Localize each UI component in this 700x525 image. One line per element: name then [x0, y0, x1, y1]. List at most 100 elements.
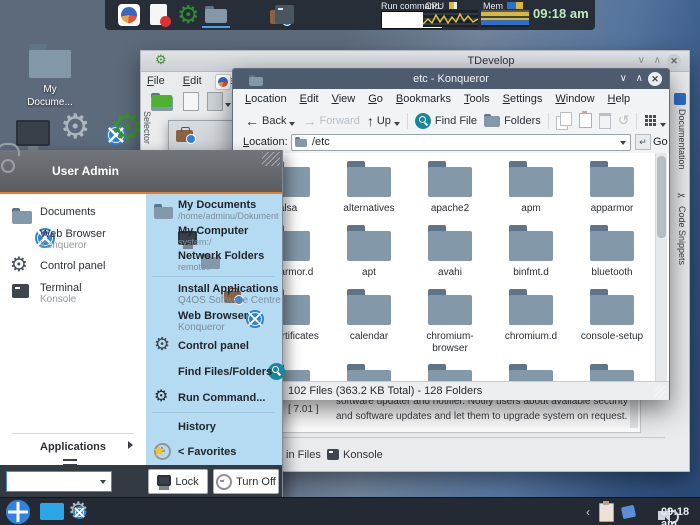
folder-item[interactable]: chromium.d [493, 289, 569, 343]
menu-bookmarks[interactable]: Bookmarks [396, 93, 451, 105]
resize-grip[interactable] [262, 152, 280, 166]
maximize-button[interactable]: ∧ [654, 54, 661, 68]
display-icon[interactable] [16, 120, 50, 146]
tray-collapse-arrow[interactable]: ‹ [586, 505, 590, 519]
menu-item-web-browser[interactable]: Web Browser [40, 228, 106, 240]
forward-button[interactable]: →Forward [302, 113, 359, 129]
copy-icon[interactable] [556, 116, 568, 130]
trash-icon[interactable] [599, 113, 611, 129]
files-icon[interactable] [205, 6, 227, 23]
turn-off-button[interactable]: Turn Off [213, 469, 279, 494]
menu-settings[interactable]: Settings [503, 93, 543, 105]
folder-item[interactable] [412, 364, 488, 381]
folder-item[interactable]: chromium-browser [412, 289, 488, 355]
software-centre-window[interactable] [168, 120, 234, 154]
folder-item[interactable]: console-setup [574, 289, 650, 343]
folders-button[interactable]: Folders [484, 114, 541, 127]
scrollbar-thumb[interactable] [657, 156, 666, 238]
new-file-icon[interactable] [183, 92, 199, 111]
chevron-down-icon[interactable] [394, 122, 400, 126]
search-combobox[interactable] [6, 471, 112, 492]
close-button[interactable]: ✕ [667, 54, 681, 68]
menu-help[interactable]: Help [608, 93, 631, 105]
menu-item-run-command[interactable]: Run Command... [178, 392, 265, 404]
tdevelop-tab-konsole[interactable]: Konsole [343, 449, 383, 461]
folder-item[interactable]: binfmt.d [493, 225, 569, 279]
clipboard-icon[interactable] [599, 503, 614, 522]
menu-item-favorites[interactable]: < Favorites [178, 446, 236, 458]
enter-icon[interactable]: ↵ [635, 134, 651, 150]
scrollbar[interactable] [655, 153, 667, 381]
minimize-button[interactable]: ∨ [638, 54, 645, 68]
menu-item-web-browser[interactable]: Web Browser [178, 310, 248, 322]
desktop-icon-my-documents[interactable]: My Docume... [14, 44, 86, 109]
folder-item[interactable]: alternatives [331, 161, 407, 215]
terminal-icon[interactable] [275, 5, 294, 24]
maximize-button[interactable]: ∧ [636, 72, 643, 86]
tdevelop-menu-edit[interactable]: Edit [183, 75, 202, 87]
folder-item[interactable]: bluetooth [574, 225, 650, 279]
tdevelop-tab-documentation[interactable]: Documentation [677, 109, 687, 170]
menu-item-network-folders[interactable]: Network Folders [178, 250, 264, 262]
panel-clock[interactable]: 09:18 am [533, 6, 589, 21]
paste-icon[interactable] [579, 113, 592, 128]
menu-item-applications[interactable]: Applications [40, 441, 106, 453]
tdevelop-tab-find-in-files[interactable]: in Files [286, 449, 321, 461]
folder-item[interactable]: apm [493, 161, 569, 215]
menu-go[interactable]: Go [368, 93, 383, 105]
resize-grip[interactable] [654, 385, 667, 398]
menu-item-install-applications[interactable]: Install Applications [178, 283, 278, 295]
lock-button[interactable]: Lock [148, 469, 208, 494]
taskbar-clock[interactable]: 09:18 am [661, 506, 700, 525]
menu-edit[interactable]: Edit [300, 93, 319, 105]
folder-item[interactable]: apparmor [574, 161, 650, 215]
chevron-down-icon[interactable] [660, 123, 666, 127]
menu-location[interactable]: Location [245, 93, 287, 105]
folder-item[interactable]: apt [331, 225, 407, 279]
folder-item[interactable] [493, 364, 569, 381]
close-button[interactable]: ✕ [648, 72, 662, 86]
menu-item-my-computer[interactable]: My Computer [178, 225, 248, 237]
konqueror-titlebar[interactable]: etc - Konqueror ∨ ∧ ✕ [233, 69, 669, 89]
folder-item[interactable]: avahi [412, 225, 488, 279]
up-button[interactable]: ↑Up [367, 113, 400, 129]
folder-item[interactable]: apache2 [412, 161, 488, 215]
menu-tools[interactable]: Tools [464, 93, 490, 105]
cpu-graph[interactable] [423, 10, 478, 27]
tdevelop-menu-file[interactable]: File [147, 75, 165, 87]
menu-view[interactable]: View [332, 93, 356, 105]
folder-item[interactable]: calendar [331, 289, 407, 343]
tdevelop-tab-code-snippets[interactable]: Code Snippets [677, 206, 687, 265]
show-desktop-button[interactable] [40, 503, 64, 520]
konqueror-gear-globe-icon[interactable]: ⚙ [60, 110, 90, 144]
menu-item-control-panel[interactable]: Control panel [40, 260, 105, 272]
go-button[interactable]: Go [653, 136, 668, 148]
klipper-icon[interactable] [621, 505, 636, 519]
menu-item-my-documents[interactable]: My Documents [178, 199, 256, 211]
menu-item-history[interactable]: History [178, 421, 216, 433]
mem-graph[interactable] [481, 10, 529, 27]
location-input[interactable]: /etc [291, 134, 631, 151]
new-document-icon[interactable] [207, 92, 223, 111]
menu-item-find-files[interactable]: Find Files/Folders [178, 366, 272, 378]
undo-icon[interactable]: ↺ [618, 112, 630, 129]
chevron-down-icon[interactable] [620, 141, 626, 145]
menu-item-control-panel[interactable]: Control panel [178, 340, 249, 352]
setup-icon[interactable]: ⚙ [177, 2, 199, 27]
find-file-button[interactable]: Find File [415, 113, 477, 129]
start-button[interactable] [6, 500, 30, 524]
document-icon[interactable] [150, 4, 167, 25]
tdevelop-selector-tab[interactable]: Selector [142, 111, 152, 144]
minimize-button[interactable]: ∨ [620, 72, 627, 86]
setup-gear-icon[interactable]: ⚙ [110, 108, 144, 146]
menu-window[interactable]: Window [555, 93, 594, 105]
folder-item[interactable] [331, 364, 407, 381]
view-mode-grid-icon[interactable] [644, 114, 657, 127]
welcome-icon[interactable] [118, 4, 140, 26]
chevron-down-icon[interactable] [289, 122, 295, 126]
folder-item[interactable] [574, 364, 650, 381]
back-button[interactable]: ←Back [245, 113, 295, 129]
menu-item-terminal[interactable]: Terminal [40, 282, 82, 294]
menu-item-documents[interactable]: Documents [40, 206, 96, 218]
chevron-down-icon[interactable] [225, 103, 231, 107]
